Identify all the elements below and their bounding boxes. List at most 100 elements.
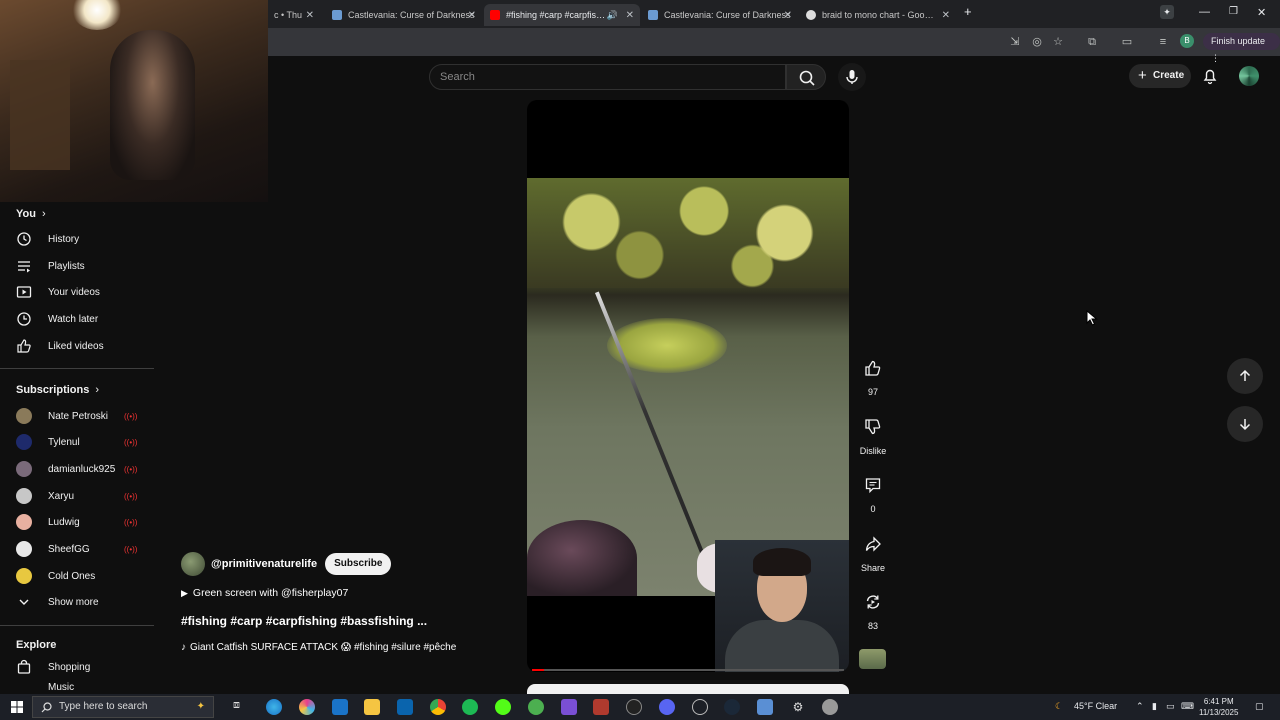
show-more-button[interactable]: Show more	[16, 590, 154, 614]
chrome-icon[interactable]	[430, 699, 446, 715]
notifications-icon[interactable]: ▢	[1255, 701, 1264, 712]
comments-button[interactable]	[856, 468, 890, 502]
app-icon[interactable]	[561, 699, 577, 715]
keyboard-icon[interactable]: ⌨	[1181, 701, 1194, 712]
speaker-icon[interactable]: 🔊	[607, 10, 618, 21]
gemini-sparkle-icon[interactable]: ✦	[1160, 5, 1174, 19]
sound-thumbnail[interactable]	[859, 649, 886, 669]
sidebar-item-subscription[interactable]: Ludwig ((•))	[16, 510, 154, 534]
share-action[interactable]: Share	[856, 527, 890, 573]
previous-short-button[interactable]	[1227, 358, 1263, 394]
browser-tab[interactable]: braid to mono chart - Google S ✕	[800, 4, 956, 26]
finish-update-button[interactable]: Finish update ⋮	[1203, 33, 1280, 63]
sidebar-item-subscription[interactable]: SheefGG ((•))	[16, 537, 154, 561]
sidebar-item-subscription[interactable]: Tylenul ((•))	[16, 430, 154, 454]
search-button[interactable]	[786, 64, 826, 90]
app-icon[interactable]	[757, 699, 773, 715]
app-icon[interactable]	[528, 699, 544, 715]
app-icon[interactable]	[822, 699, 838, 715]
shorts-video-player[interactable]	[527, 100, 849, 672]
create-button[interactable]: + Create	[1129, 64, 1191, 88]
bookmark-star-icon[interactable]: ☆	[1051, 35, 1065, 49]
discord-icon[interactable]	[659, 699, 675, 715]
notifications-button[interactable]	[1200, 66, 1220, 86]
search-input[interactable]: Search	[429, 64, 786, 90]
live-indicator-icon: ((•))	[124, 517, 138, 527]
sidebar-item-subscription[interactable]: Nate Petroski ((•))	[16, 404, 154, 428]
side-panel-icon[interactable]: ▭	[1120, 35, 1134, 49]
browser-tab[interactable]: c • Thu ✕	[268, 4, 320, 26]
extensions-icon[interactable]: ⧉	[1085, 35, 1099, 49]
media-controls-icon[interactable]: ≡	[1156, 35, 1170, 49]
file-explorer-icon[interactable]	[364, 699, 380, 715]
edge-icon[interactable]	[266, 699, 282, 715]
eye-off-icon[interactable]: ◎	[1030, 35, 1044, 49]
next-short-button[interactable]	[1227, 406, 1263, 442]
settings-gear-icon[interactable]: ⚙	[790, 699, 806, 715]
outlook-icon[interactable]	[397, 699, 413, 715]
subscriptions-section-header[interactable]: Subscriptions ›	[16, 384, 99, 396]
share-button[interactable]	[856, 527, 890, 561]
sidebar-item-shopping[interactable]: Shopping	[16, 655, 154, 679]
green-screen-reference[interactable]: ▶ Green screen with @fisherplay07	[181, 587, 348, 599]
sidebar-item-subscription[interactable]: Cold Ones	[16, 564, 154, 588]
channel-avatar[interactable]	[181, 552, 205, 576]
sidebar-item-music[interactable]: Music	[16, 682, 154, 694]
browser-tab[interactable]: Castlevania: Curse of Darkness ✕	[326, 4, 482, 26]
profile-avatar[interactable]: B	[1180, 34, 1194, 48]
store-icon[interactable]	[332, 699, 348, 715]
video-foliage	[527, 178, 849, 288]
remix-count: 83	[867, 621, 878, 631]
close-icon[interactable]: ✕	[306, 10, 314, 21]
short-title[interactable]: #fishing #carp #carpfishing #bassfishing…	[181, 614, 427, 628]
taskbar-clock[interactable]: 6:41 PM 11/13/2025	[1199, 696, 1238, 718]
window-close-icon[interactable]: ✕	[1257, 6, 1266, 19]
you-section-header[interactable]: You ›	[16, 208, 46, 220]
sidebar-item-playlists[interactable]: Playlists	[16, 254, 154, 278]
weather-text[interactable]: 45°F Clear	[1074, 701, 1117, 711]
tray-app-icon[interactable]: ▮	[1152, 701, 1157, 712]
windows-start-icon[interactable]	[11, 701, 23, 713]
obs-icon[interactable]	[626, 699, 642, 715]
browser-tab-active[interactable]: #fishing #carp #carpfishing 🔊 ✕	[484, 4, 640, 26]
sidebar-item-your-videos[interactable]: Your videos	[16, 280, 154, 304]
steam-icon[interactable]	[724, 699, 740, 715]
sidebar-item-subscription[interactable]: damianluck925 ((•))	[16, 457, 154, 481]
tray-chevron-up-icon[interactable]: ⌃	[1136, 701, 1144, 712]
browser-tab[interactable]: Castlevania: Curse of Darkness ✕	[642, 4, 798, 26]
new-tab-button[interactable]: +	[964, 4, 972, 19]
video-progress-bar[interactable]	[532, 669, 844, 671]
spotify-icon[interactable]	[462, 699, 478, 715]
app-icon[interactable]	[692, 699, 708, 715]
task-view-icon[interactable]: ⧈	[233, 699, 249, 715]
close-icon[interactable]: ✕	[784, 10, 792, 21]
install-app-icon[interactable]: ⇲	[1008, 35, 1022, 49]
sidebar-item-watch-later[interactable]: Watch later	[16, 307, 154, 331]
close-icon[interactable]: ✕	[626, 10, 634, 21]
minimize-icon[interactable]: —	[1199, 6, 1210, 18]
channel-name[interactable]: @primitivenaturelife	[211, 558, 317, 570]
dislike-button[interactable]	[856, 410, 890, 444]
kick-icon[interactable]	[495, 699, 511, 715]
restore-icon[interactable]: ❐	[1229, 6, 1238, 17]
dislike-action[interactable]: Dislike	[854, 410, 892, 456]
sidebar-item-subscription[interactable]: Xaryu ((•))	[16, 484, 154, 508]
account-avatar[interactable]	[1239, 66, 1259, 86]
app-icon[interactable]	[593, 699, 609, 715]
close-icon[interactable]: ✕	[468, 10, 476, 21]
sidebar-item-history[interactable]: History	[16, 227, 154, 251]
like-button[interactable]	[856, 351, 890, 385]
live-indicator-icon: ((•))	[124, 411, 138, 421]
close-icon[interactable]: ✕	[942, 10, 950, 21]
like-action[interactable]: 97	[856, 351, 890, 397]
sidebar-item-liked-videos[interactable]: Liked videos	[16, 334, 154, 358]
voice-search-button[interactable]	[838, 63, 866, 91]
remix-action[interactable]: 83	[856, 585, 890, 631]
network-icon[interactable]: ▭	[1166, 701, 1175, 712]
sound-info[interactable]: ♪ Giant Catfish SURFACE ATTACK 😱 #fishing…	[181, 642, 456, 653]
remix-button[interactable]	[856, 585, 890, 619]
copilot-icon[interactable]	[299, 699, 315, 715]
comments-action[interactable]: 0	[856, 468, 890, 514]
taskbar-search-input[interactable]: Type here to search ✦	[32, 696, 214, 718]
subscribe-button[interactable]: Subscribe	[325, 553, 392, 575]
